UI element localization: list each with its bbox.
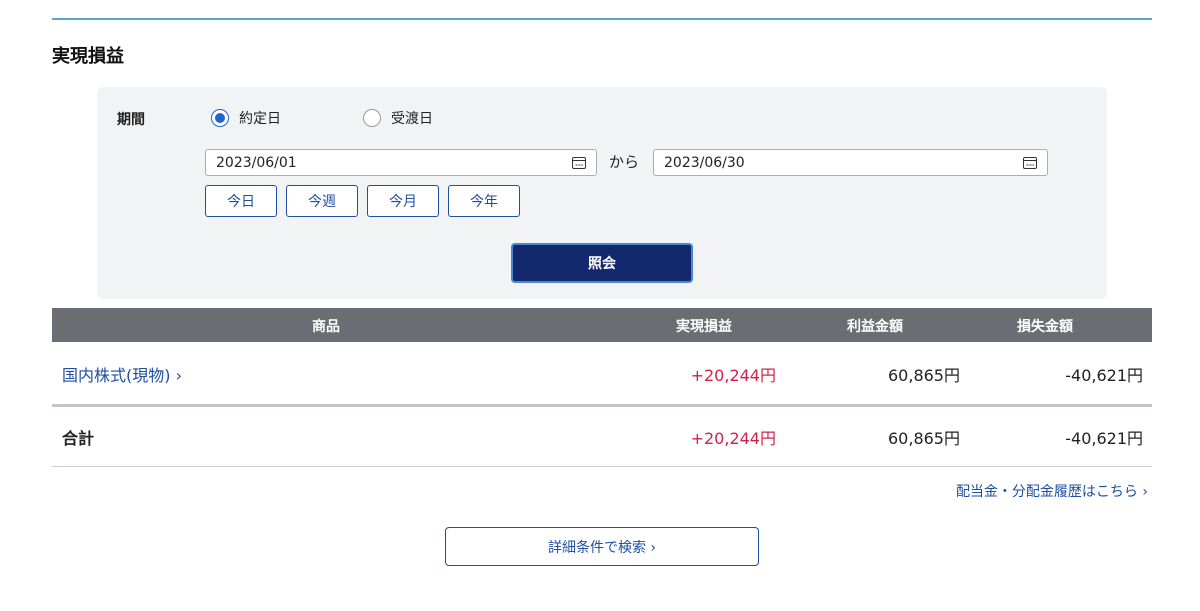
quick-this-year-button[interactable]: 今年: [448, 185, 520, 217]
total-realized-value: +20,244円: [690, 429, 776, 448]
to-date-input[interactable]: 2023/06/30: [653, 149, 1048, 176]
row-realized-value: +20,244円: [690, 366, 776, 385]
detail-search-button[interactable]: 詳細条件で検索 ›: [445, 527, 759, 566]
row-profit-value: 60,865円: [888, 366, 960, 385]
table-bottom-divider: [52, 466, 1152, 467]
date-range-separator: から: [609, 153, 640, 171]
table-header: 商品 実現損益 利益金額 損失金額: [52, 308, 1152, 342]
radio-settlement-date-indicator[interactable]: [363, 109, 381, 127]
radio-settlement-date-label: 受渡日: [391, 111, 433, 127]
calendar-icon[interactable]: [1023, 156, 1037, 169]
from-date-value: 2023/06/01: [216, 154, 297, 171]
quick-today-button[interactable]: 今日: [205, 185, 277, 217]
header-loss: 損失金額: [1017, 319, 1073, 335]
radio-settlement-date[interactable]: 受渡日: [363, 108, 433, 128]
from-date-input[interactable]: 2023/06/01: [205, 149, 597, 176]
header-realized: 実現損益: [676, 319, 732, 335]
quick-this-week-button[interactable]: 今週: [286, 185, 358, 217]
period-label: 期間: [117, 112, 145, 128]
total-label: 合計: [62, 429, 95, 448]
quick-this-month-button[interactable]: 今月: [367, 185, 439, 217]
dividend-history-link[interactable]: 配当金・分配金履歴はこちら ›: [956, 481, 1148, 501]
to-date-value: 2023/06/30: [664, 154, 745, 171]
top-divider: [52, 18, 1152, 20]
radio-trade-date[interactable]: 約定日: [211, 108, 281, 128]
total-loss-value: -40,621円: [1065, 429, 1143, 448]
row-divider: [52, 404, 1152, 407]
total-profit-value: 60,865円: [888, 429, 960, 448]
header-profit: 利益金額: [847, 319, 903, 335]
row-loss-value: -40,621円: [1065, 366, 1143, 385]
product-link-domestic-stock[interactable]: 国内株式(現物) ›: [62, 362, 182, 386]
search-button[interactable]: 照会: [511, 243, 693, 283]
header-product: 商品: [312, 319, 340, 335]
page-title: 実現損益: [52, 46, 124, 67]
calendar-icon[interactable]: [572, 156, 586, 169]
radio-trade-date-indicator[interactable]: [211, 109, 229, 127]
radio-trade-date-label: 約定日: [239, 111, 281, 127]
